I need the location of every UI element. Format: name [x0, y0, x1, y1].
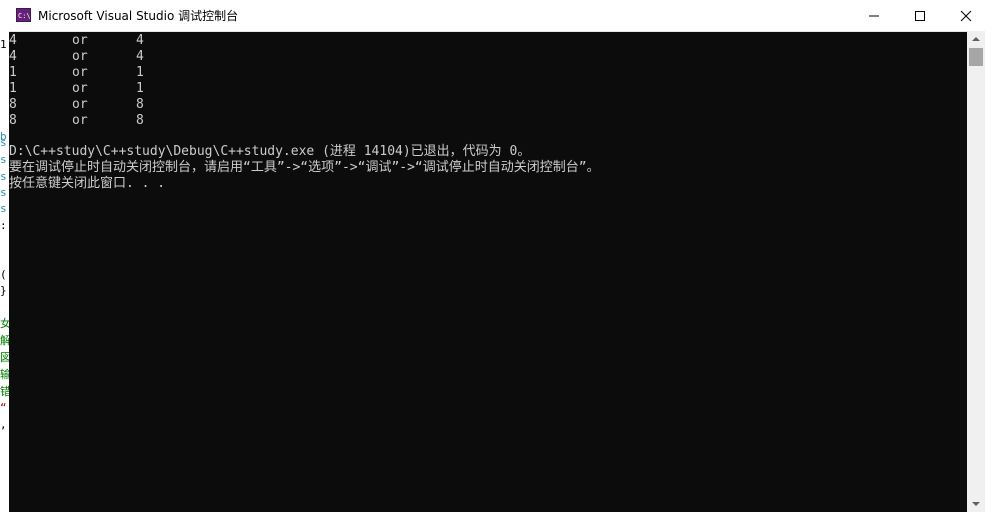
- row-operator: or: [72, 81, 88, 96]
- row-operator: or: [72, 33, 88, 48]
- console-output[interactable]: 4 or 4 4 or 4 1 or 1 1 or 1 8 or 8 8 or …: [9, 31, 967, 512]
- ide-char: 输: [0, 368, 9, 381]
- ide-char: s: [0, 202, 7, 215]
- row-value-b: 8: [136, 113, 144, 128]
- console-window: C:\ Microsoft Visual Studio 调试控制台 1 b s …: [0, 0, 993, 519]
- row-value-b: 4: [136, 49, 144, 64]
- scroll-down-button[interactable]: [967, 496, 985, 512]
- chevron-down-icon: [972, 502, 980, 506]
- ide-char: “: [0, 401, 7, 414]
- row-operator: or: [72, 113, 88, 128]
- row-value-a: 4: [9, 49, 17, 64]
- minimize-icon: [869, 15, 879, 17]
- row-value-b: 8: [136, 97, 144, 112]
- row-operator: or: [72, 65, 88, 80]
- auto-close-hint: 要在调试停止时自动关闭控制台，请启用“工具”->“选项”->“调试”->“调试停…: [9, 160, 600, 175]
- row-operator: or: [72, 49, 88, 64]
- row-value-a: 8: [9, 113, 17, 128]
- ide-char: }: [0, 284, 7, 297]
- maximize-icon: [915, 11, 925, 21]
- ide-char: :: [0, 219, 7, 232]
- ide-char: 1: [0, 38, 7, 51]
- ide-char: s: [0, 170, 7, 183]
- ide-char: 错: [0, 385, 9, 398]
- ide-char: 女: [0, 317, 9, 330]
- visual-studio-console-icon: C:\: [16, 8, 31, 22]
- svg-text:C:\: C:\: [18, 12, 30, 20]
- ide-char: s: [0, 153, 7, 166]
- row-value-b: 4: [136, 33, 144, 48]
- row-operator: or: [72, 97, 88, 112]
- row-value-a: 8: [9, 97, 17, 112]
- window-edge-bottom: [9, 512, 985, 519]
- row-value-a: 4: [9, 33, 17, 48]
- background-ide-strip: 1 b s s s s s : ( } 女 解 図 输 错 “ ,: [0, 30, 9, 519]
- scroll-thumb[interactable]: [969, 48, 983, 66]
- row-value-a: 1: [9, 65, 17, 80]
- vertical-scrollbar[interactable]: [967, 31, 985, 512]
- title-bar[interactable]: C:\ Microsoft Visual Studio 调试控制台: [0, 0, 993, 32]
- row-value-b: 1: [136, 81, 144, 96]
- minimize-button[interactable]: [851, 0, 897, 30]
- press-any-key-prompt: 按任意键关闭此窗口. . .: [9, 176, 166, 191]
- ide-char: 解: [0, 334, 9, 347]
- chevron-up-icon: [972, 37, 980, 41]
- maximize-button[interactable]: [897, 0, 943, 30]
- close-button[interactable]: [943, 0, 989, 30]
- row-value-b: 1: [136, 65, 144, 80]
- ide-char: ,: [0, 418, 7, 431]
- ide-char: (: [0, 268, 7, 281]
- window-title: Microsoft Visual Studio 调试控制台: [38, 9, 239, 23]
- exit-message: D:\C++study\C++study\Debug\C++study.exe …: [9, 144, 531, 159]
- close-icon: [960, 10, 972, 22]
- ide-char: s: [0, 136, 7, 149]
- ide-char: 図: [0, 351, 9, 364]
- scroll-up-button[interactable]: [967, 31, 985, 47]
- row-value-a: 1: [9, 81, 17, 96]
- window-edge-right: [985, 31, 993, 519]
- ide-char: s: [0, 186, 7, 199]
